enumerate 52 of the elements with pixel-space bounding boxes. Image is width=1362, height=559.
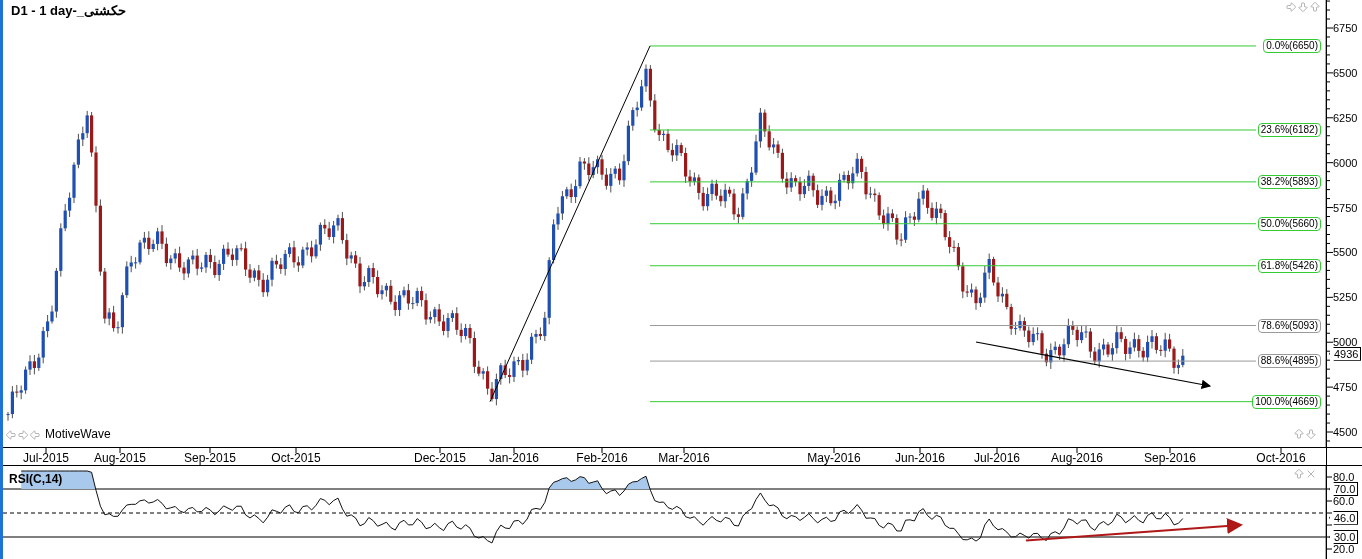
date-label: Jul-2015 (23, 451, 69, 465)
fibonacci-label: 88.6%(4895) (1257, 354, 1321, 369)
rsi-level-tag: 46.0 (1329, 510, 1359, 525)
date-label: Aug-2016 (1051, 451, 1103, 465)
price-tick-label: 6000 (1333, 156, 1358, 169)
date-label: Sep-2015 (184, 451, 236, 465)
price-tick-label: 6750 (1333, 22, 1358, 34)
date-label: Feb-2016 (576, 451, 628, 465)
fibonacci-label: 23.6%(6182) (1257, 123, 1321, 137)
date-label: Jun-2016 (895, 451, 945, 465)
date-label: Sep-2016 (1144, 451, 1196, 465)
date-label: Jul-2016 (974, 451, 1020, 465)
chart-title: D1 - 1 day-_حکشتی (11, 3, 126, 18)
rsi-level-tag: 70.0 (1329, 482, 1359, 496)
price-tick-label: 4500 (1333, 426, 1358, 438)
scroll-down-icon[interactable] (1297, 1, 1309, 13)
price-tick-label: 5750 (1333, 201, 1358, 214)
price-tick-label: 6250 (1333, 111, 1358, 124)
rsi-tick-label: 80.0 (1333, 471, 1355, 483)
price-tick-label: 5500 (1333, 246, 1358, 259)
scroll-left-icon[interactable] (29, 429, 41, 441)
rsi-tick-label: 20.0 (1333, 543, 1355, 555)
date-label: Mar-2016 (658, 451, 710, 465)
fibonacci-label: 61.8%(5426) (1257, 258, 1321, 273)
price-tick-label: 5250 (1333, 291, 1358, 304)
fibonacci-label: 78.6%(5093) (1257, 318, 1321, 333)
scroll-right-icon[interactable] (1285, 1, 1297, 13)
close-icon[interactable] (1305, 468, 1317, 480)
scroll-up-icon[interactable] (1293, 428, 1305, 440)
scroll-down-icon[interactable] (1305, 428, 1317, 440)
brand-label: MotiveWave (45, 427, 111, 441)
scroll-right-icon[interactable] (17, 429, 29, 441)
scroll-left-icon[interactable] (5, 429, 17, 441)
date-label: Jan-2016 (489, 451, 539, 465)
price-tick-label: 4750 (1333, 381, 1358, 394)
date-label: Oct-2016 (1256, 451, 1306, 465)
date-label: Aug-2015 (94, 451, 146, 465)
price-tick-label: 6500 (1333, 66, 1358, 79)
fibonacci-label: 100.0%(4669) (1252, 394, 1321, 409)
indicator-title: RSI(C,14) (9, 472, 63, 486)
scroll-up-icon[interactable] (1309, 1, 1321, 13)
date-label: Dec-2015 (414, 451, 466, 465)
fibonacci-label: 0.0%(6650) (1263, 38, 1321, 53)
date-label: Oct-2015 (271, 451, 321, 465)
date-label: May-2016 (807, 451, 861, 465)
rsi-level-tag: 30.0 (1329, 530, 1359, 544)
current-price-tag: 4936 (1329, 346, 1362, 361)
fibonacci-label: 50.0%(5660) (1257, 216, 1321, 231)
move-up-icon[interactable] (1293, 468, 1305, 480)
rsi-tick-label: 60.0 (1333, 495, 1355, 507)
price-tick-label: 5000 (1333, 336, 1358, 349)
fibonacci-label: 38.2%(5893) (1257, 174, 1321, 189)
